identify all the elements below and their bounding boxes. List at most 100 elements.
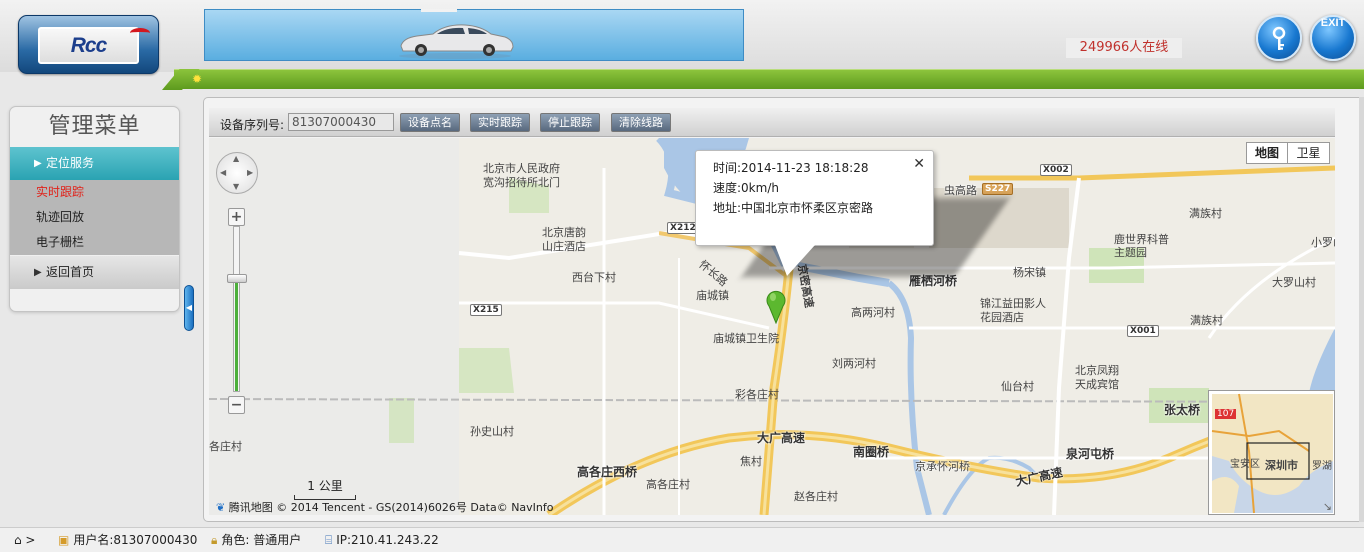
logo-swoosh: [130, 28, 150, 38]
stop-track-button[interactable]: 停止跟踪: [540, 113, 600, 132]
zoom-in-button[interactable]: +: [228, 208, 245, 226]
status-ip: ⌸ IP:210.41.243.22: [325, 528, 439, 552]
map-label: 大广高速: [757, 431, 806, 445]
status-user: ▣ 用户名:81307000430: [58, 528, 197, 552]
minimap-label: 宝安区: [1230, 459, 1260, 470]
serial-input[interactable]: [288, 113, 394, 131]
online-count: 249966人在线: [1066, 38, 1182, 58]
network-icon: ⌸: [325, 533, 333, 547]
minimap-label: 107: [1215, 409, 1237, 419]
zoom-slider-fill: [235, 276, 238, 391]
bulb-icon: ✹: [192, 72, 203, 86]
minimap-resize-icon[interactable]: ↘: [1323, 500, 1332, 513]
sidebar-collapse-handle[interactable]: ◀: [184, 285, 194, 331]
map-label: 庙城镇: [696, 289, 729, 302]
submenu-location: 实时跟踪 轨迹回放 电子栅栏: [10, 180, 179, 255]
map-label: 庙城镇卫生院: [713, 332, 779, 345]
map-label: 孙史山村: [470, 425, 514, 438]
map-credit: ❦ 腾讯地图 © 2014 Tencent - GS(2014)6026号 Da…: [216, 499, 554, 515]
page-scrollbar[interactable]: [1359, 97, 1364, 522]
road-shield: X212: [667, 222, 699, 234]
map-label: 赵各庄村: [794, 490, 838, 503]
status-bar: ⌂ > ▣ 用户名:81307000430 🔒︎ 角色: 普通用户 ⌸ IP:210.…: [0, 527, 1364, 552]
map-label: 小罗山: [1311, 236, 1335, 249]
map-view[interactable]: 北京市人民政府 宽沟招待所北门 北京唐韵 山庄酒店 西台下村 庙城镇 庙城镇卫生…: [209, 138, 1335, 515]
top-header: Rcc 249966人在线 EXIT: [0, 0, 1364, 74]
pan-left-icon[interactable]: ◀: [220, 168, 226, 177]
close-icon[interactable]: ✕: [913, 154, 925, 174]
category-label: 定位服务: [46, 156, 95, 170]
popup-tail: [775, 245, 815, 276]
map-label: 虫高路: [944, 184, 977, 197]
logo-text: Rcc: [38, 27, 139, 64]
zoom-slider-track[interactable]: [233, 226, 240, 392]
rcc-logo: Rcc: [18, 15, 159, 74]
map-label: 泉河屯桥: [1066, 447, 1115, 461]
map-label: 满族村: [1190, 314, 1223, 327]
menu-category-home[interactable]: ▶ 返回首页: [10, 256, 179, 289]
banner-notch: [421, 9, 457, 12]
road-shield: X001: [1127, 325, 1159, 337]
info-popup: ✕ 时间:2014-11-23 18:18:28 速度:0km/h 地址:中国北…: [695, 150, 934, 246]
pan-down-icon[interactable]: ▼: [233, 182, 239, 191]
map-label: 主题园: [1114, 246, 1147, 259]
map-label: 天成宾馆: [1075, 378, 1119, 391]
map-label: 仙台村: [1001, 380, 1034, 393]
key-button[interactable]: [1256, 15, 1302, 61]
popup-address: 地址:中国北京市怀柔区京密路: [713, 201, 874, 215]
menu-category-location[interactable]: ▶ 定位服务: [10, 147, 179, 180]
map-label: 各庄村: [209, 440, 242, 453]
menu-title: 管理菜单: [48, 114, 141, 139]
popup-time: 时间:2014-11-23 18:18:28: [713, 161, 869, 175]
pan-right-icon[interactable]: ▶: [247, 168, 253, 177]
road-shield: X002: [1040, 164, 1072, 176]
overview-minimap[interactable]: 107 宝安区 深圳市 罗湖 ↘: [1208, 390, 1335, 515]
toolbar: 设备序列号: 设备点名 实时跟踪 停止跟踪 清除线路: [209, 108, 1335, 137]
map-label: 高各庄西桥: [577, 465, 638, 479]
triangle-right-icon: ▶: [34, 267, 42, 278]
map-label: 南圈桥: [853, 445, 890, 459]
map-type-map[interactable]: 地图: [1247, 143, 1288, 163]
zoom-out-button[interactable]: −: [228, 396, 245, 414]
status-user-text: 用户名:81307000430: [73, 533, 198, 547]
map-label: 京承怀河桥: [915, 460, 970, 473]
location-pin-icon[interactable]: [765, 288, 787, 324]
road-shield: S227: [982, 183, 1014, 195]
pan-control[interactable]: ▲ ▼ ◀ ▶: [216, 152, 258, 194]
serial-label: 设备序列号:: [220, 118, 285, 132]
menu-item-track-replay[interactable]: 轨迹回放: [10, 205, 179, 230]
zoom-slider-thumb[interactable]: [227, 274, 247, 283]
car-image: [399, 24, 514, 59]
map-label: 花园酒店: [980, 311, 1024, 324]
popup-speed: 速度:0km/h: [713, 181, 779, 195]
map-label: 张太桥: [1164, 403, 1201, 417]
map-label: 山庄酒店: [542, 240, 586, 253]
minimap-label: 深圳市: [1265, 459, 1298, 472]
home-icon[interactable]: ⌂ >: [14, 528, 36, 552]
map-label: 焦村: [740, 455, 762, 468]
realtime-track-button[interactable]: 实时跟踪: [470, 113, 530, 132]
main-panel: 设备序列号: 设备点名 实时跟踪 停止跟踪 清除线路: [203, 97, 1364, 522]
minimap-label: 罗湖: [1312, 461, 1332, 472]
exit-button[interactable]: EXIT: [1310, 15, 1356, 61]
map-label: 刘两河村: [832, 357, 876, 370]
device-call-button[interactable]: 设备点名: [400, 113, 460, 132]
map-label: 杨宋镇: [1013, 266, 1046, 279]
map-label: 高两河村: [851, 306, 895, 319]
menu-item-realtime-track[interactable]: 实时跟踪: [10, 180, 179, 205]
map-label: 宽沟招待所北门: [483, 176, 560, 189]
lock-icon: 🔒︎: [211, 533, 218, 547]
road-shield: X215: [470, 304, 502, 316]
pan-up-icon[interactable]: ▲: [233, 154, 239, 163]
map-label: 彩各庄村: [735, 388, 779, 401]
menu-item-geofence[interactable]: 电子栅栏: [10, 230, 179, 255]
map-type-satellite[interactable]: 卫星: [1288, 143, 1329, 163]
green-divider: [162, 69, 1364, 90]
key-icon: [1272, 26, 1286, 50]
credit-text: 腾讯地图 © 2014 Tencent - GS(2014)6026号 Data…: [228, 501, 554, 514]
map-type-switch: 地图 卫星: [1246, 142, 1330, 164]
clear-route-button[interactable]: 清除线路: [611, 113, 671, 132]
scale-bar: 1 公里: [294, 477, 356, 500]
tencent-map-icon: ❦: [216, 501, 226, 514]
sidebar-menu: 管理菜单 ▶ 定位服务 实时跟踪 轨迹回放 电子栅栏 ▶ 返回首页: [9, 106, 180, 312]
